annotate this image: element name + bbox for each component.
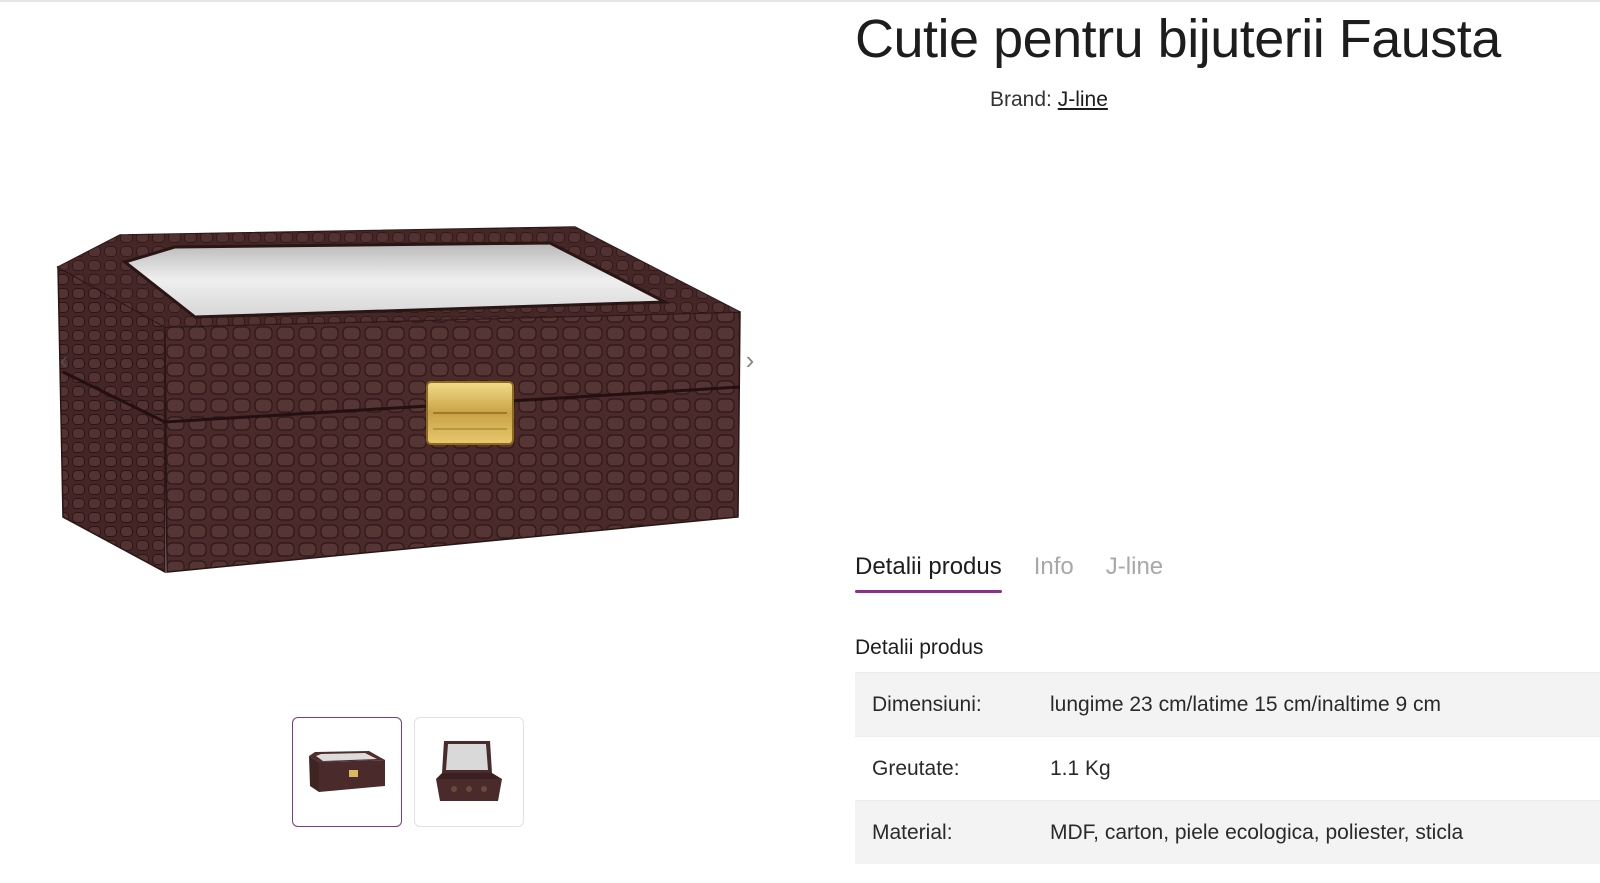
spec-table: Dimensiuni: lungime 23 cm/latime 15 cm/i… [855, 672, 1600, 864]
product-title: Cutie pentru bijuterii Fausta [855, 9, 1501, 69]
spec-key: Greutate: [872, 756, 960, 780]
spec-key: Dimensiuni: [872, 692, 982, 716]
spec-value: lungime 23 cm/latime 15 cm/inaltime 9 cm [1050, 692, 1441, 716]
spec-row-material: Material: MDF, carton, piele ecologica, … [855, 800, 1600, 864]
next-image-arrow[interactable]: › [738, 347, 762, 373]
details-section-title: Detalii produs [855, 636, 984, 659]
spec-key: Material: [872, 820, 953, 844]
tab-info[interactable]: Info [1034, 553, 1074, 593]
spec-row-dimensions: Dimensiuni: lungime 23 cm/latime 15 cm/i… [855, 672, 1600, 736]
spec-row-weight: Greutate: 1.1 Kg [855, 736, 1600, 800]
brand-line: Brand: J-line [990, 88, 1108, 112]
brand-label: Brand: [990, 88, 1052, 111]
previous-image-arrow[interactable]: ‹ [52, 347, 76, 373]
spec-value: MDF, carton, piele ecologica, poliester,… [1050, 820, 1464, 844]
thumbnail-open-box[interactable] [414, 717, 524, 827]
brand-link[interactable]: J-line [1058, 88, 1108, 111]
thumbnail-closed-box[interactable] [292, 717, 402, 827]
thumbnail-strip [292, 717, 524, 827]
product-gallery: ‹ › [0, 2, 800, 883]
spec-value: 1.1 Kg [1050, 756, 1111, 780]
product-tabs: Detalii produs Info J-line [855, 553, 1163, 593]
tab-brand[interactable]: J-line [1106, 553, 1163, 593]
tab-detalii-produs[interactable]: Detalii produs [855, 553, 1002, 593]
product-main-image[interactable] [55, 217, 755, 587]
